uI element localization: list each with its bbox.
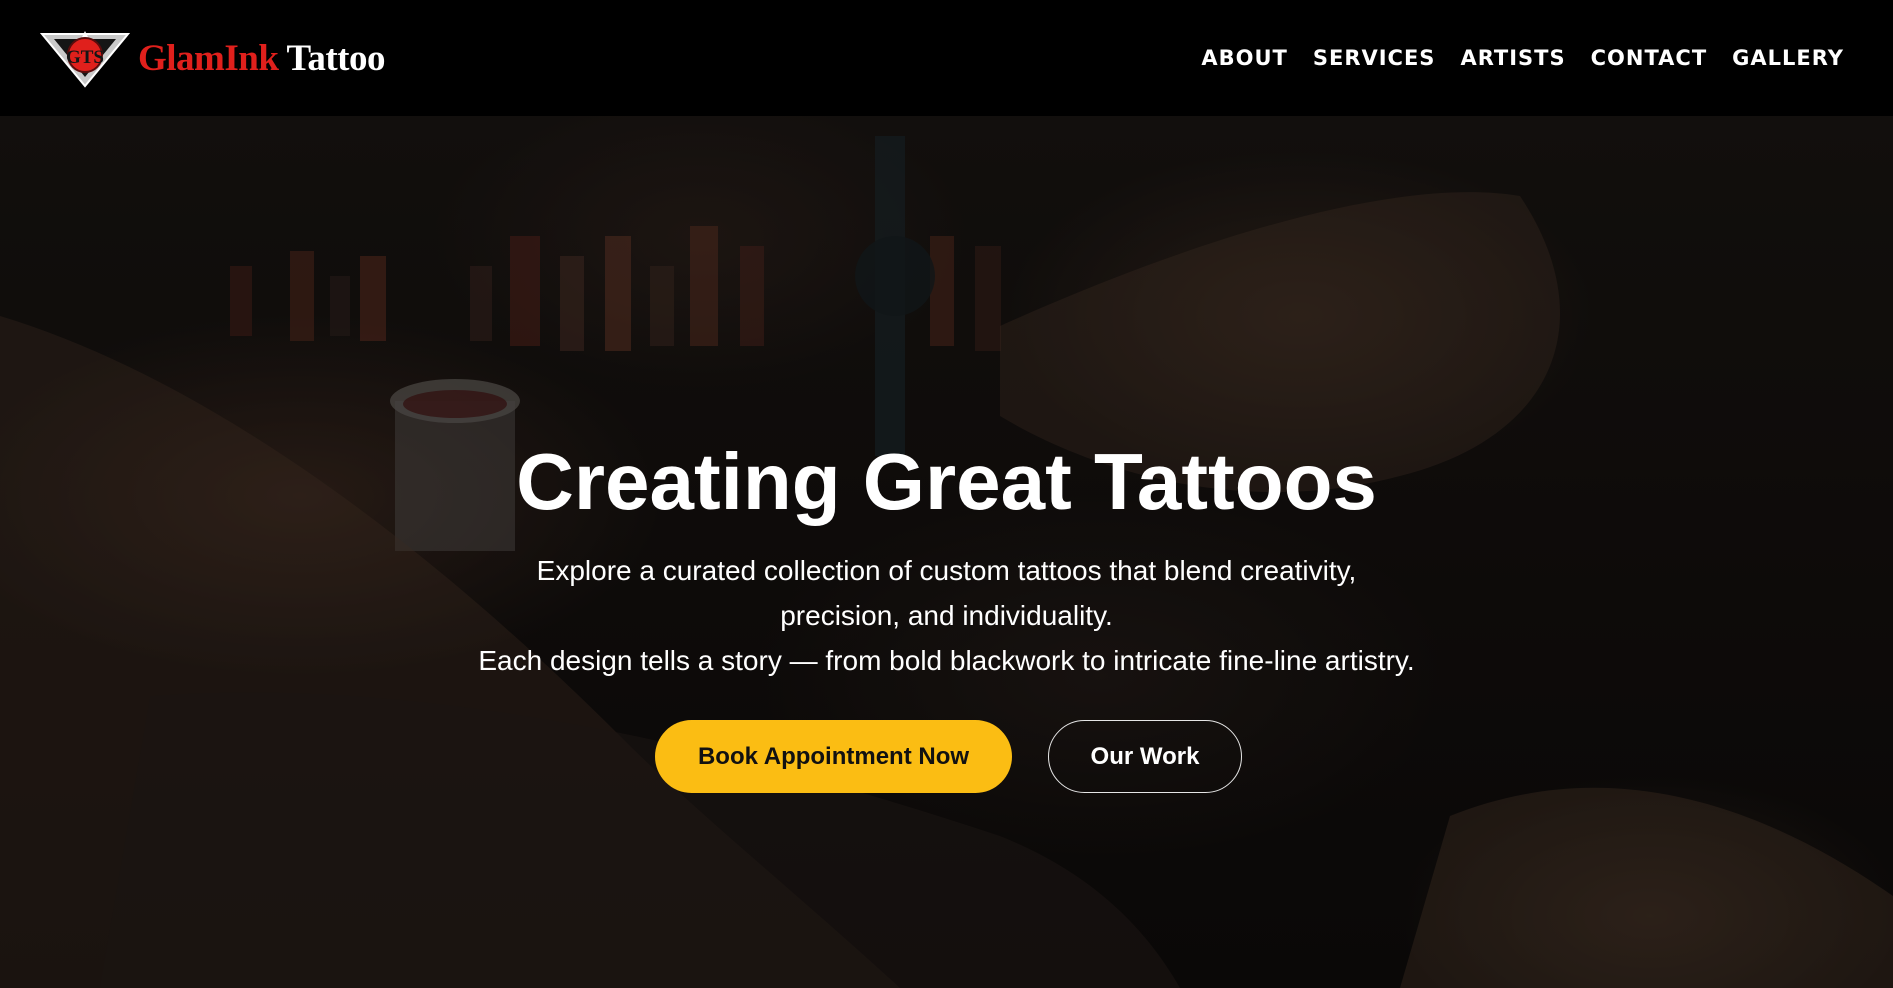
nav-about[interactable]: ABOUT xyxy=(1201,46,1288,70)
nav-contact[interactable]: CONTACT xyxy=(1591,46,1708,70)
page: GTS GlamInk Tattoo ABOUT SERVICES ARTIST… xyxy=(0,0,1893,988)
book-appointment-button[interactable]: Book Appointment Now xyxy=(655,720,1012,793)
brand-name-red: GlamInk xyxy=(138,37,279,79)
logo-initials: GTS xyxy=(66,47,104,68)
hero-subtitle-line: precision, and individuality. xyxy=(780,600,1113,631)
nav-artists[interactable]: ARTISTS xyxy=(1460,46,1565,70)
hero-subtitle-line: Each design tells a story — from bold bl… xyxy=(478,645,1415,676)
main-nav: ABOUT SERVICES ARTISTS CONTACT GALLERY xyxy=(1201,0,1844,116)
nav-services[interactable]: SERVICES xyxy=(1313,46,1436,70)
logo-shield-icon: GTS xyxy=(40,31,130,88)
brand-name-white: Tattoo xyxy=(286,37,386,79)
brand-name: GlamInk Tattoo xyxy=(138,37,385,80)
site-header: GTS GlamInk Tattoo ABOUT SERVICES ARTIST… xyxy=(0,0,1893,116)
hero-title: Creating Great Tattoos xyxy=(516,437,1377,526)
logo[interactable]: GTS GlamInk Tattoo xyxy=(40,28,385,88)
hero-subtitle: Explore a curated collection of custom t… xyxy=(0,548,1893,683)
our-work-button[interactable]: Our Work xyxy=(1048,720,1242,793)
hero-section: Creating Great Tattoos Explore a curated… xyxy=(0,116,1893,988)
hero-subtitle-line: Explore a curated collection of custom t… xyxy=(536,555,1357,586)
nav-gallery[interactable]: GALLERY xyxy=(1732,46,1844,70)
